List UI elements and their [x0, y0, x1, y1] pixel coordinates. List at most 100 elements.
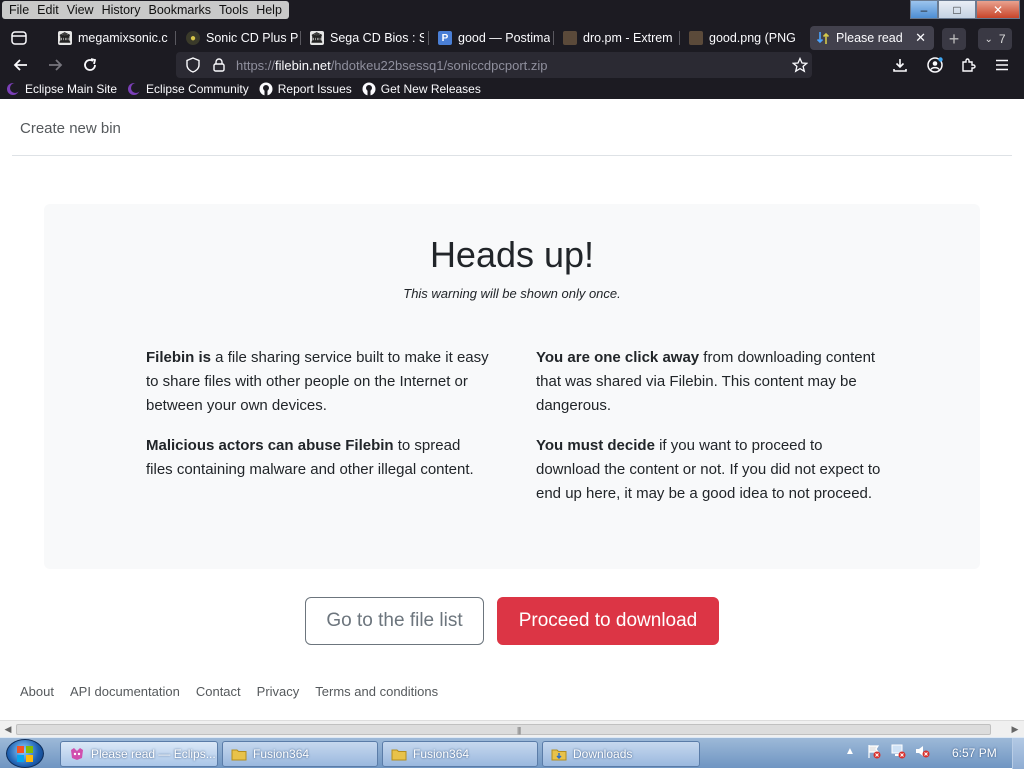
- folder-icon: [391, 749, 407, 761]
- tab-separator: [679, 31, 680, 45]
- volume-muted-icon[interactable]: [914, 743, 930, 759]
- browser-chrome: File Edit View History Bookmarks Tools H…: [0, 0, 1024, 99]
- taskbar-clock[interactable]: 6:57 PM: [952, 746, 997, 760]
- maximize-button[interactable]: □: [938, 0, 976, 19]
- page-content: Create new bin Heads up! This warning wi…: [0, 99, 1024, 720]
- info-column-right: You are one click away from downloading …: [536, 346, 881, 522]
- taskbar-item-fusion364-1[interactable]: Fusion364: [222, 741, 378, 767]
- tab-sonic-cd-plus[interactable]: ● Sonic CD Plus Pl: [180, 26, 298, 50]
- site-footer: About API documentation Contact Privacy …: [20, 684, 454, 699]
- close-tab-icon[interactable]: ✕: [915, 30, 926, 46]
- url-scheme: https://: [236, 57, 276, 73]
- tab-dro-pm[interactable]: dro.pm - Extrem: [557, 26, 675, 50]
- bookmark-label: Get New Releases: [380, 82, 481, 96]
- taskbar-item-fusion364-2[interactable]: Fusion364: [382, 741, 538, 767]
- menu-edit[interactable]: Edit: [33, 1, 63, 19]
- bookmark-report-issues[interactable]: Report Issues: [259, 82, 352, 96]
- create-new-bin-link[interactable]: Create new bin: [20, 120, 121, 137]
- tab-megamixsonic[interactable]: 🏛 megamixsonic.c: [52, 26, 172, 50]
- info-bold: Malicious actors can abuse Filebin: [146, 437, 394, 454]
- scrollbar-thumb[interactable]: |||: [16, 724, 991, 735]
- back-button[interactable]: [8, 53, 34, 77]
- bookmark-label: Eclipse Main Site: [25, 82, 118, 96]
- footer-link-contact[interactable]: Contact: [196, 684, 241, 699]
- menu-view[interactable]: View: [63, 1, 98, 19]
- reload-button[interactable]: [77, 53, 103, 77]
- archive-icon: 🏛: [58, 31, 72, 45]
- tab-label: good — Postima: [458, 31, 550, 45]
- proceed-to-download-button[interactable]: Proceed to download: [497, 597, 719, 645]
- menu-tools[interactable]: Tools: [215, 1, 252, 19]
- menu-help[interactable]: Help: [252, 1, 286, 19]
- account-icon: [927, 57, 943, 73]
- windows-taskbar: Please read — Eclips... Fusion364 Fusion…: [0, 737, 1024, 769]
- downloads-button[interactable]: [887, 53, 913, 77]
- warning-subtitle: This warning will be shown only once.: [403, 286, 621, 301]
- navigation-bar: https://filebin.net/hdotkeu22bsessq1/son…: [0, 51, 1024, 79]
- puzzle-icon: [962, 58, 976, 72]
- forward-button[interactable]: [42, 53, 68, 77]
- tab-count-button[interactable]: ⌄ 7: [978, 28, 1012, 50]
- tab-please-read[interactable]: Please read ✕: [810, 26, 934, 50]
- menu-history[interactable]: History: [98, 1, 145, 19]
- info-bold: You must decide: [536, 437, 655, 454]
- tab-separator: [428, 31, 429, 45]
- downloads-folder-icon: [551, 749, 567, 761]
- download-icon: [893, 59, 907, 72]
- footer-link-terms[interactable]: Terms and conditions: [315, 684, 438, 699]
- taskbar-item-browser[interactable]: Please read — Eclips...: [60, 741, 218, 767]
- footer-link-about[interactable]: About: [20, 684, 54, 699]
- shield-icon[interactable]: [184, 56, 202, 74]
- close-window-button[interactable]: ✕: [976, 0, 1020, 19]
- bookmark-eclipse-community[interactable]: Eclipse Community: [127, 82, 249, 96]
- lock-icon[interactable]: [210, 56, 228, 74]
- show-desktop-button[interactable]: [1012, 738, 1024, 769]
- go-to-file-list-button[interactable]: Go to the file list: [305, 597, 484, 645]
- menu-list: File Edit View History Bookmarks Tools H…: [2, 1, 289, 19]
- eclipse-icon: [127, 82, 142, 96]
- folder-icon: [231, 749, 247, 761]
- taskbar-item-label: Downloads: [573, 747, 633, 761]
- start-button[interactable]: [6, 739, 44, 768]
- bookmark-eclipse-main[interactable]: Eclipse Main Site: [6, 82, 117, 96]
- extensions-button[interactable]: [955, 53, 981, 77]
- plus-icon: +: [948, 28, 960, 49]
- bookmark-star-button[interactable]: [787, 53, 813, 77]
- page-heading: Heads up!: [429, 234, 595, 275]
- menu-bar: File Edit View History Bookmarks Tools H…: [0, 0, 1024, 20]
- action-center-flag-icon[interactable]: [866, 743, 882, 759]
- network-icon[interactable]: [890, 743, 906, 759]
- account-button[interactable]: [922, 53, 948, 77]
- filebin-icon: [816, 31, 830, 45]
- scroll-right-icon[interactable]: ▶: [1008, 723, 1022, 735]
- footer-link-api-documentation[interactable]: API documentation: [70, 684, 180, 699]
- tab-label: dro.pm - Extrem: [583, 31, 673, 45]
- url-bar[interactable]: https://filebin.net/hdotkeu22bsessq1/son…: [176, 52, 812, 78]
- show-hidden-icons-icon[interactable]: ▲: [842, 743, 858, 759]
- tab-sega-cd-bios[interactable]: 🏛 Sega CD Bios : S: [304, 26, 424, 50]
- new-tab-button[interactable]: +: [942, 28, 966, 50]
- bookmark-get-new-releases[interactable]: Get New Releases: [362, 82, 481, 96]
- minimize-button[interactable]: –: [910, 0, 938, 19]
- taskbar-item-label: Fusion364: [253, 747, 310, 761]
- forward-arrow-icon: [49, 59, 63, 71]
- github-icon: [362, 82, 376, 96]
- horizontal-scrollbar[interactable]: ◀ ||| ▶: [0, 720, 1024, 737]
- info-bold: Filebin is: [146, 349, 212, 366]
- eclipse-icon: [6, 82, 20, 96]
- footer-link-privacy[interactable]: Privacy: [257, 684, 300, 699]
- windows-logo-icon: [17, 745, 33, 762]
- scroll-left-icon[interactable]: ◀: [1, 723, 15, 735]
- reload-icon: [84, 58, 97, 71]
- app-menu-button[interactable]: [989, 53, 1015, 77]
- tab-list-button[interactable]: [6, 26, 32, 50]
- browser-icon: [71, 748, 83, 760]
- hamburger-icon: [996, 59, 1008, 71]
- tab-good-png[interactable]: good.png (PNG: [683, 26, 801, 50]
- grip-icon: |||: [517, 726, 521, 735]
- taskbar-item-downloads[interactable]: Downloads: [542, 741, 700, 767]
- menu-bookmarks[interactable]: Bookmarks: [144, 1, 215, 19]
- chevron-down-icon: ⌄: [984, 33, 993, 45]
- menu-file[interactable]: File: [5, 1, 33, 19]
- tab-postimage[interactable]: P good — Postima: [432, 26, 550, 50]
